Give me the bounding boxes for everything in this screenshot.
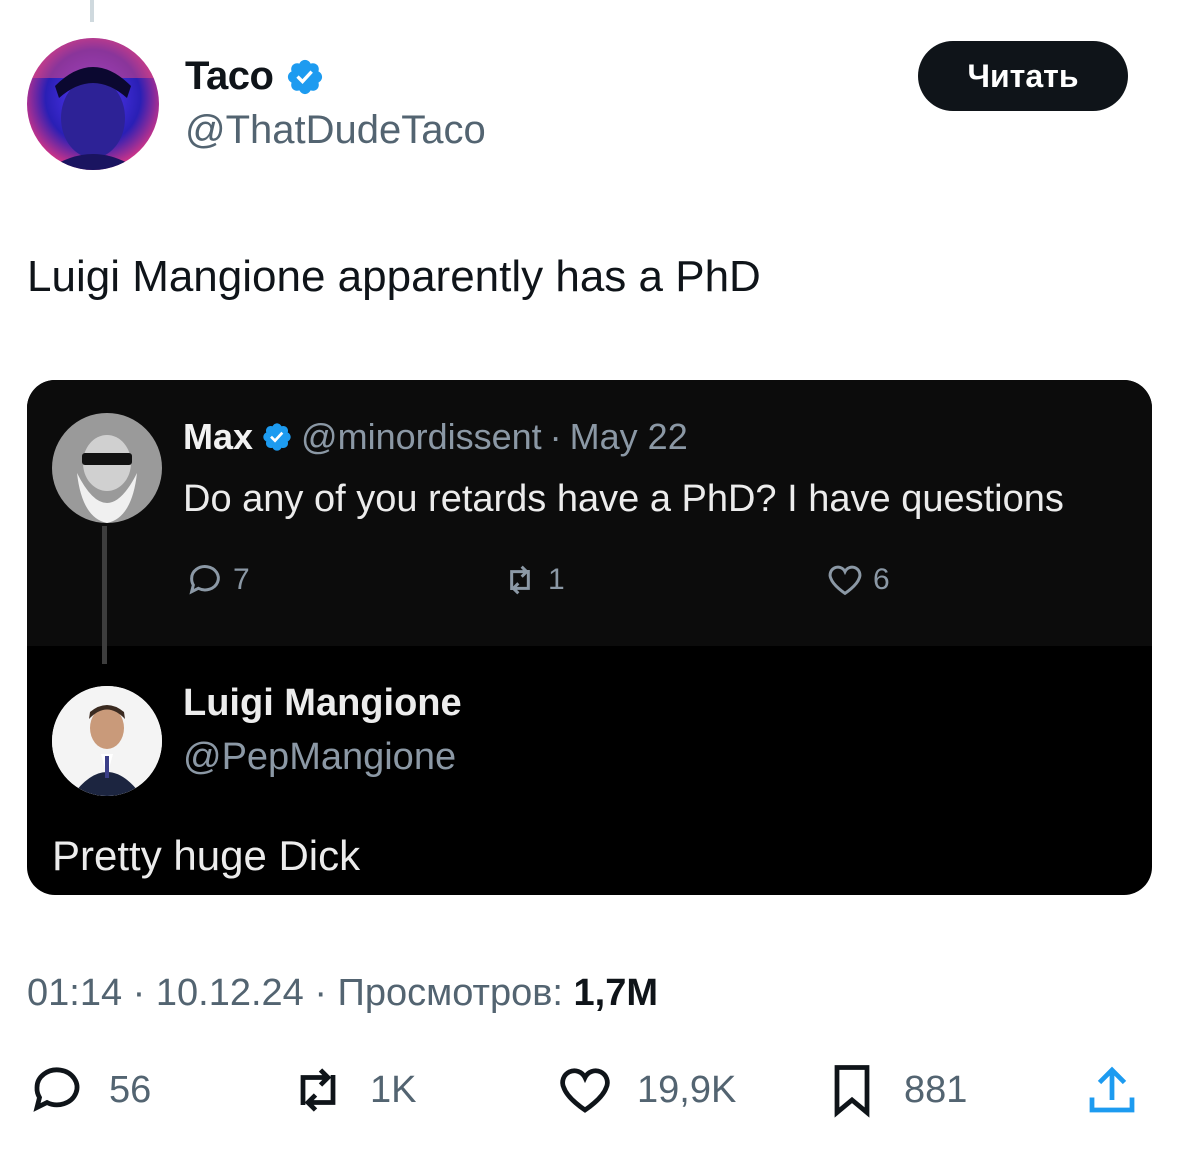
quoted-separator: · <box>549 416 562 457</box>
quoted-repost-count: 1 <box>500 560 565 600</box>
repost-button[interactable]: 1K <box>288 1060 416 1120</box>
quoted-replies: 7 <box>233 563 250 596</box>
author-display-name[interactable]: Taco <box>185 54 274 99</box>
author-handle[interactable]: @ThatDudeTaco <box>185 108 486 153</box>
quoted-date: May 22 <box>569 416 688 457</box>
like-count: 19,9K <box>637 1068 737 1111</box>
reply-author-name: Luigi Mangione <box>183 682 462 724</box>
quoted-actions: 7 1 6 <box>27 560 1152 610</box>
share-button[interactable] <box>1082 1060 1142 1120</box>
quoted-like-count: 6 <box>825 560 890 600</box>
quoted-author-avatar <box>52 413 162 523</box>
bookmark-count: 881 <box>904 1068 968 1111</box>
like-button[interactable]: 19,9K <box>555 1060 736 1120</box>
author-name-row: Taco <box>185 54 325 99</box>
quoted-reposts: 1 <box>548 563 565 596</box>
quoted-author-handle: @minordissent <box>301 416 542 457</box>
reply-icon <box>33 1067 80 1112</box>
verified-badge-icon <box>288 59 323 94</box>
quoted-author-name: Max <box>183 416 254 457</box>
reply-count: 56 <box>109 1068 152 1111</box>
reply-icon <box>189 565 220 595</box>
heart-icon <box>828 565 862 596</box>
tweet-actions: 56 1K 19,9K 881 <box>0 1060 1179 1130</box>
heart-icon <box>560 1068 610 1113</box>
quoted-tweet-text: Do any of you retards have a PhD? I have… <box>183 478 1064 520</box>
thread-connector <box>90 0 94 22</box>
follow-button[interactable]: Читать <box>918 41 1128 111</box>
reply-author-handle: @PepMangione <box>183 736 457 778</box>
tweet-meta: 01:14 · 10.12.24 · Просмотров: 1,7M <box>27 972 658 1015</box>
repost-icon <box>300 1068 336 1112</box>
quoted-reply-count: 7 <box>185 560 250 600</box>
bookmark-button[interactable]: 881 <box>822 1060 967 1120</box>
reply-text: Pretty huge Dick <box>52 832 361 879</box>
reply-author-avatar <box>52 686 162 796</box>
embedded-screenshot[interactable]: Max @minordissent · May 22 Do any of you… <box>27 380 1152 895</box>
views-count[interactable]: 1,7M <box>574 972 658 1014</box>
bookmark-icon <box>834 1065 870 1118</box>
timestamp-and-views-label: 01:14 · 10.12.24 · Просмотров: <box>27 972 574 1014</box>
share-icon <box>1089 1066 1135 1113</box>
quoted-likes: 6 <box>873 563 890 596</box>
repost-count: 1K <box>370 1068 417 1111</box>
tweet-text: Luigi Mangione apparently has a PhD <box>27 252 761 301</box>
reply-button[interactable]: 56 <box>27 1060 151 1120</box>
repost-icon <box>510 565 530 595</box>
quoted-header: Max @minordissent · May 22 <box>183 416 688 458</box>
author-avatar[interactable] <box>27 38 159 170</box>
quoted-verified-icon <box>263 423 291 451</box>
